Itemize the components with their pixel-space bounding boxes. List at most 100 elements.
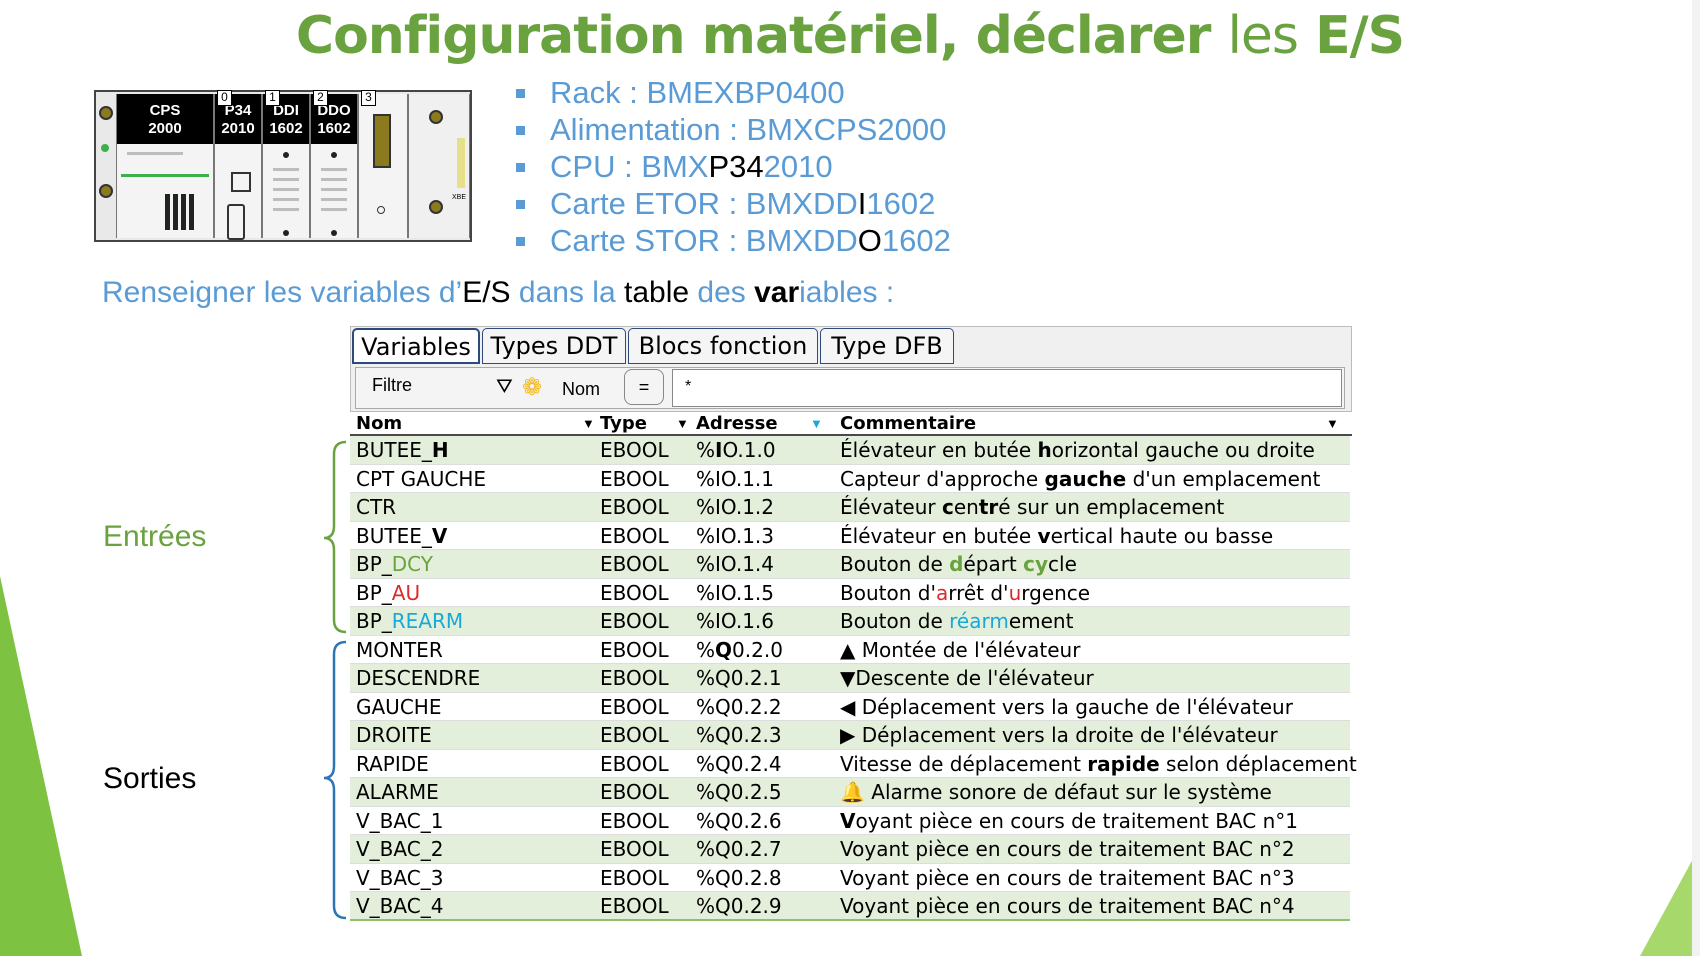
cell-commentaire: ▲ Montée de l'élévateur bbox=[840, 638, 1080, 662]
tab-type-dfb[interactable]: Type DFB bbox=[820, 328, 954, 364]
module-line1: CPS bbox=[149, 102, 181, 119]
cell-type: EBOOL bbox=[600, 438, 669, 462]
cell-adresse: %Q0.2.6 bbox=[696, 808, 782, 833]
cell-commentaire: ▶ Déplacement vers la droite de l'élévat… bbox=[840, 723, 1278, 747]
cell-adresse: %IO.1.0 bbox=[696, 438, 776, 462]
cell-nom: RAPIDE bbox=[356, 751, 429, 776]
screw-icon bbox=[429, 110, 443, 124]
table-row[interactable]: BUTEE_V EBOOL %IO.1.3 Élévateur en butée… bbox=[350, 522, 1350, 550]
variables-table: BUTEE_H EBOOL %IO.1.0 Élévateur en butée… bbox=[350, 436, 1357, 921]
cell-commentaire: Bouton de départ cycle bbox=[840, 552, 1077, 576]
table-row[interactable]: BP_REARM EBOOL %IO.1.6 Bouton de réarmem… bbox=[350, 607, 1350, 636]
table-row[interactable]: ALARME EBOOL %Q0.2.5 🔔 Alarme sonore de … bbox=[350, 778, 1350, 807]
bullet-text: Alimentation : BMXCPS2000 bbox=[550, 112, 947, 147]
screw-icon bbox=[99, 184, 113, 198]
vent-grill bbox=[321, 208, 347, 211]
filter-input[interactable]: * bbox=[672, 369, 1342, 407]
text-bold: tr bbox=[978, 495, 999, 519]
sort-arrow-icon[interactable]: ▼ bbox=[810, 416, 823, 431]
rack-module-ddo: 2 DDO 1602 bbox=[310, 90, 358, 238]
table-row[interactable]: GAUCHE EBOOL %Q0.2.2 ◀ Déplacement vers … bbox=[350, 693, 1350, 721]
cell-adresse: %IO.1.3 bbox=[696, 523, 774, 548]
bullet-square bbox=[516, 200, 525, 209]
rack-module-cps: CPS 2000 bbox=[116, 94, 214, 238]
table-row[interactable]: DESCENDRE EBOOL %Q0.2.1 ▼Descente de l'é… bbox=[350, 664, 1350, 693]
table-row[interactable]: V_BAC_1 EBOOL %Q0.2.6 Voyant pièce en co… bbox=[350, 807, 1350, 835]
bullet-text: CPU : BMX bbox=[550, 149, 709, 184]
cell-adresse: %IO.1.2 bbox=[696, 495, 774, 519]
sort-arrow-icon[interactable]: ▼ bbox=[582, 416, 595, 431]
filter-funnel-icon[interactable]: ⛛ bbox=[496, 376, 513, 399]
text: Déplacement vers la gauche de l'élévateu… bbox=[855, 694, 1293, 719]
text: Déplacement vers la droite de l'élévateu… bbox=[855, 723, 1278, 747]
cell-commentaire: Élévateur en butée horizontal gauche ou … bbox=[840, 438, 1315, 462]
screw-icon bbox=[429, 200, 443, 214]
table-header: Nom ▼ Type ▼ Adresse ▼ Commentaire ▼ bbox=[350, 412, 1352, 436]
text: Vitesse de déplacement bbox=[840, 751, 1088, 776]
status-led bbox=[101, 144, 109, 152]
cell-nom: CPT GAUCHE bbox=[356, 466, 487, 491]
column-header-type[interactable]: Type bbox=[600, 413, 647, 434]
green-line bbox=[121, 174, 209, 177]
connector-slot bbox=[373, 114, 391, 168]
cell-type: EBOOL bbox=[600, 552, 669, 576]
text: en bbox=[953, 495, 979, 519]
bullet-text: Rack : BMEXBP0400 bbox=[550, 75, 845, 110]
vent-grill bbox=[273, 208, 299, 211]
table-row[interactable]: MONTER EBOOL %Q0.2.0 ▲ Montée de l'éléva… bbox=[350, 636, 1350, 664]
vent-grill bbox=[321, 198, 347, 201]
sort-arrow-icon[interactable]: ▼ bbox=[676, 416, 689, 431]
table-row[interactable]: BP_DCY EBOOL %IO.1.4 Bouton de départ cy… bbox=[350, 550, 1350, 579]
text: Élévateur en butée bbox=[840, 523, 1038, 548]
module-line2: 2010 bbox=[221, 120, 255, 137]
table-row[interactable]: CPT GAUCHE EBOOL %IO.1.1 Capteur d'appro… bbox=[350, 465, 1350, 493]
cell-nom: BP_DCY bbox=[356, 552, 433, 576]
vent-grill bbox=[321, 188, 347, 191]
gear-icon[interactable]: ❁ bbox=[522, 373, 542, 402]
text: BP_ bbox=[356, 552, 392, 576]
tab-blocs-fonction[interactable]: Blocs fonction bbox=[628, 328, 818, 364]
table-row[interactable]: DROITE EBOOL %Q0.2.3 ▶ Déplacement vers … bbox=[350, 721, 1350, 750]
column-header-nom[interactable]: Nom bbox=[356, 413, 402, 434]
column-header-commentaire[interactable]: Commentaire bbox=[840, 413, 976, 434]
list-item: Carte ETOR : BMXDDI1602 bbox=[510, 185, 951, 222]
filter-operator-button[interactable]: = bbox=[624, 369, 664, 405]
cell-commentaire: ▼Descente de l'élévateur bbox=[840, 666, 1094, 690]
text: Alarme sonore de défaut sur le système bbox=[864, 780, 1272, 804]
table-row[interactable]: BUTEE_H EBOOL %IO.1.0 Élévateur en butée… bbox=[350, 436, 1350, 465]
bullet-text: 1602 bbox=[881, 223, 951, 258]
table-row[interactable]: CTR EBOOL %IO.1.2 Élévateur centré sur u… bbox=[350, 493, 1350, 522]
text: % bbox=[696, 438, 716, 462]
slot-number: 0 bbox=[217, 90, 232, 106]
text: BP_ bbox=[356, 609, 392, 633]
text: rrêt d' bbox=[948, 580, 1009, 605]
cell-commentaire: Voyant pièce en cours de traitement BAC … bbox=[840, 837, 1295, 861]
sort-arrow-icon[interactable]: ▼ bbox=[1326, 416, 1339, 431]
bullet-text: 1602 bbox=[866, 186, 936, 221]
tab-variables[interactable]: Variables bbox=[352, 328, 480, 364]
table-row[interactable]: V_BAC_4 EBOOL %Q0.2.9 Voyant pièce en co… bbox=[350, 892, 1350, 921]
triangle-up-icon: ▲ bbox=[840, 637, 856, 662]
cell-commentaire: Voyant pièce en cours de traitement BAC … bbox=[840, 894, 1295, 918]
filter-bar: Filtre ⛛ ❁ Nom = * bbox=[355, 367, 1345, 409]
text: ement bbox=[1008, 609, 1074, 633]
bullet-square bbox=[516, 89, 525, 98]
table-row[interactable]: RAPIDE EBOOL %Q0.2.4 Vitesse de déplacem… bbox=[350, 750, 1357, 778]
text: cle bbox=[1048, 552, 1077, 576]
instruction-part: E/S bbox=[462, 276, 511, 309]
list-item: Rack : BMEXBP0400 bbox=[510, 74, 951, 111]
table-row[interactable]: BP_AU EBOOL %IO.1.5 Bouton d'arrêt d'urg… bbox=[350, 579, 1350, 607]
table-row[interactable]: V_BAC_3 EBOOL %Q0.2.8 Voyant pièce en co… bbox=[350, 864, 1350, 892]
triangle-down-icon: ▼ bbox=[840, 666, 856, 690]
filter-field-label: Nom bbox=[562, 379, 601, 399]
column-header-adresse[interactable]: Adresse bbox=[696, 413, 778, 434]
table-row[interactable]: V_BAC_2 EBOOL %Q0.2.7 Voyant pièce en co… bbox=[350, 835, 1350, 864]
vent-grill bbox=[321, 168, 347, 171]
text: Montée de l'élévateur bbox=[855, 637, 1081, 662]
text: BUTEE_ bbox=[356, 438, 432, 462]
corner-decoration-left bbox=[0, 576, 82, 956]
text-cyan: réarm bbox=[949, 609, 1009, 633]
tab-types-ddt[interactable]: Types DDT bbox=[482, 328, 626, 364]
text: oyant pièce en cours de traitement BAC n… bbox=[855, 808, 1298, 833]
cell-commentaire: Voyant pièce en cours de traitement BAC … bbox=[840, 865, 1295, 890]
